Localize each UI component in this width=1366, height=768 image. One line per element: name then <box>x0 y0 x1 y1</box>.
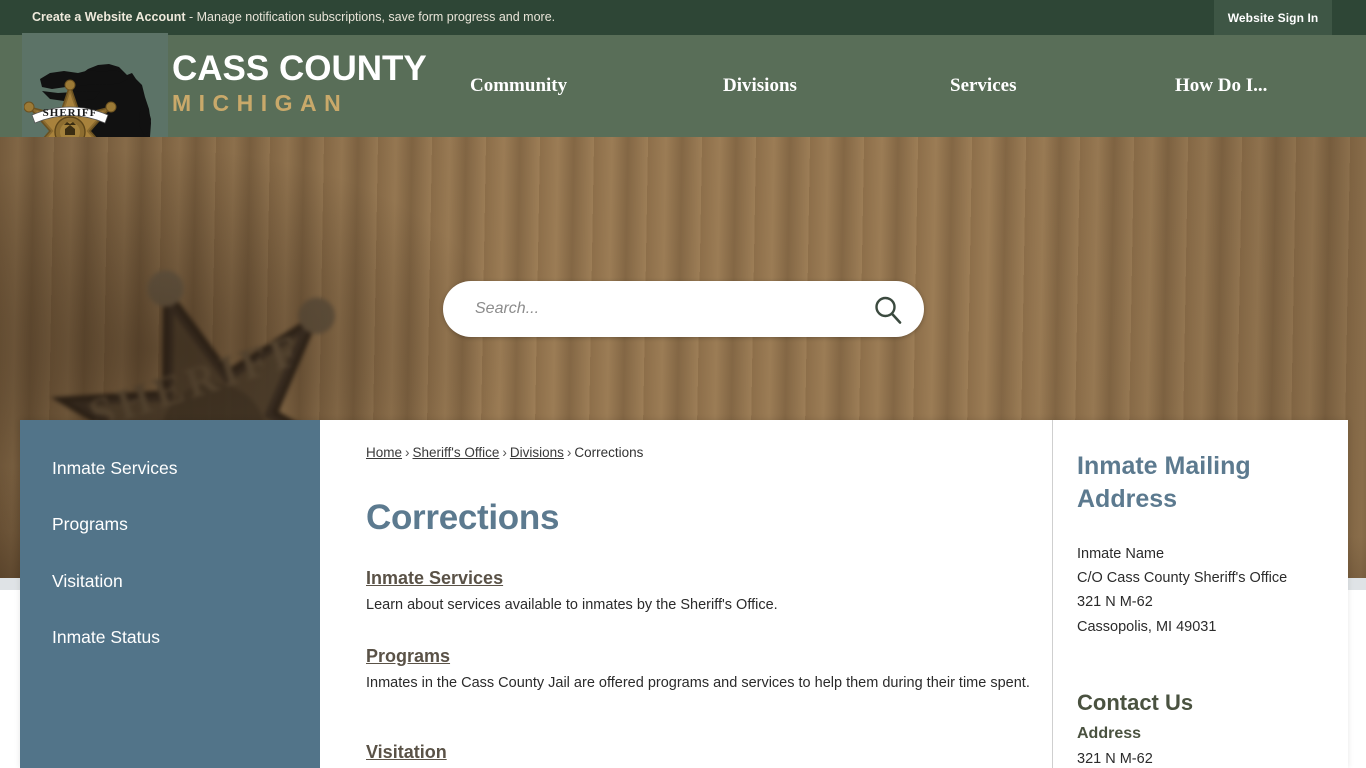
section-inmate-services: Inmate Services Learn about services ava… <box>366 568 1038 616</box>
top-utility-bar: Create a Website Account - Manage notifi… <box>0 0 1366 35</box>
section-link-inmate-services[interactable]: Inmate Services <box>366 568 503 589</box>
breadcrumb-sheriffs-office[interactable]: Sheriff's Office <box>413 445 500 460</box>
sidebar-item-visitation[interactable]: Visitation <box>52 571 123 592</box>
nav-item-divisions[interactable]: Divisions <box>723 75 797 97</box>
mailing-line-co: C/O Cass County Sheriff's Office <box>1077 570 1288 587</box>
mailing-line-inmate-name: Inmate Name <box>1077 546 1165 562</box>
breadcrumb-separator: › <box>405 445 410 460</box>
main-navigation: Community Divisions Services How Do I... <box>440 35 1366 137</box>
sidebar-item-inmate-status[interactable]: Inmate Status <box>52 627 160 648</box>
section-sidebar: Inmate Services Programs Visitation Inma… <box>20 420 320 768</box>
section-link-programs[interactable]: Programs <box>366 646 450 667</box>
search-icon <box>875 296 902 324</box>
page-title: Corrections <box>366 498 560 537</box>
section-description-programs: Inmates in the Cass County Jail are offe… <box>366 675 1030 691</box>
breadcrumb-current: Corrections <box>574 445 644 460</box>
section-programs: Programs Inmates in the Cass County Jail… <box>366 646 1038 694</box>
breadcrumb: Home › Sheriff's Office › Divisions › Correcti… <box>366 445 643 460</box>
section-visitation: Visitation <box>366 742 1038 763</box>
site-title[interactable]: CASS COUNTY MICHIGAN <box>172 51 427 115</box>
search-input[interactable] <box>475 281 865 337</box>
site-header: SHERIFF CASS COUNTY CASS COUNTY MICHIGAN… <box>0 33 1366 230</box>
content-panel: Inmate Services Programs Visitation Inma… <box>20 420 1348 768</box>
svg-text:SHERIFF: SHERIFF <box>43 107 98 119</box>
nav-item-services[interactable]: Services <box>950 75 1016 97</box>
create-account-link[interactable]: Create a Website Account <box>32 10 186 24</box>
mailing-line-street: 321 N M-62 <box>1077 594 1153 611</box>
breadcrumb-home[interactable]: Home <box>366 445 402 460</box>
mailing-line-city-state-zip: Cassopolis, MI 49031 <box>1077 618 1217 635</box>
right-rail: Inmate Mailing Address Inmate Name C/O C… <box>1052 420 1348 768</box>
main-content: Home › Sheriff's Office › Divisions › Correcti… <box>344 420 1044 768</box>
section-link-visitation[interactable]: Visitation <box>366 742 447 763</box>
breadcrumb-divisions[interactable]: Divisions <box>510 445 564 460</box>
search-button[interactable] <box>872 294 904 326</box>
inmate-mailing-address-block: Inmate Name C/O Cass County Sheriff's Of… <box>1077 542 1287 639</box>
contact-address-line: 321 N M-62 <box>1077 751 1153 767</box>
create-account-subtext: - Manage notification subscriptions, sav… <box>185 10 556 24</box>
contact-us-heading: Contact Us <box>1077 690 1194 715</box>
site-title-primary: CASS COUNTY <box>172 49 427 88</box>
breadcrumb-separator: › <box>502 445 507 460</box>
contact-address-label: Address <box>1077 725 1142 742</box>
sidebar-item-programs[interactable]: Programs <box>52 514 128 535</box>
breadcrumb-separator: › <box>566 445 572 460</box>
section-description-inmate-services: Learn about services available to inmate… <box>366 597 778 613</box>
nav-item-how-do-i[interactable]: How Do I... <box>1175 75 1267 97</box>
inmate-mailing-address-heading: Inmate Mailing Address <box>1077 452 1251 513</box>
site-search <box>443 281 924 337</box>
site-title-secondary: MICHIGAN <box>172 90 349 116</box>
sidebar-item-inmate-services[interactable]: Inmate Services <box>52 458 177 479</box>
create-account-notice[interactable]: Create a Website Account - Manage notifi… <box>32 10 555 24</box>
nav-item-community[interactable]: Community <box>470 75 567 97</box>
website-sign-in-button[interactable]: Website Sign In <box>1214 0 1332 35</box>
